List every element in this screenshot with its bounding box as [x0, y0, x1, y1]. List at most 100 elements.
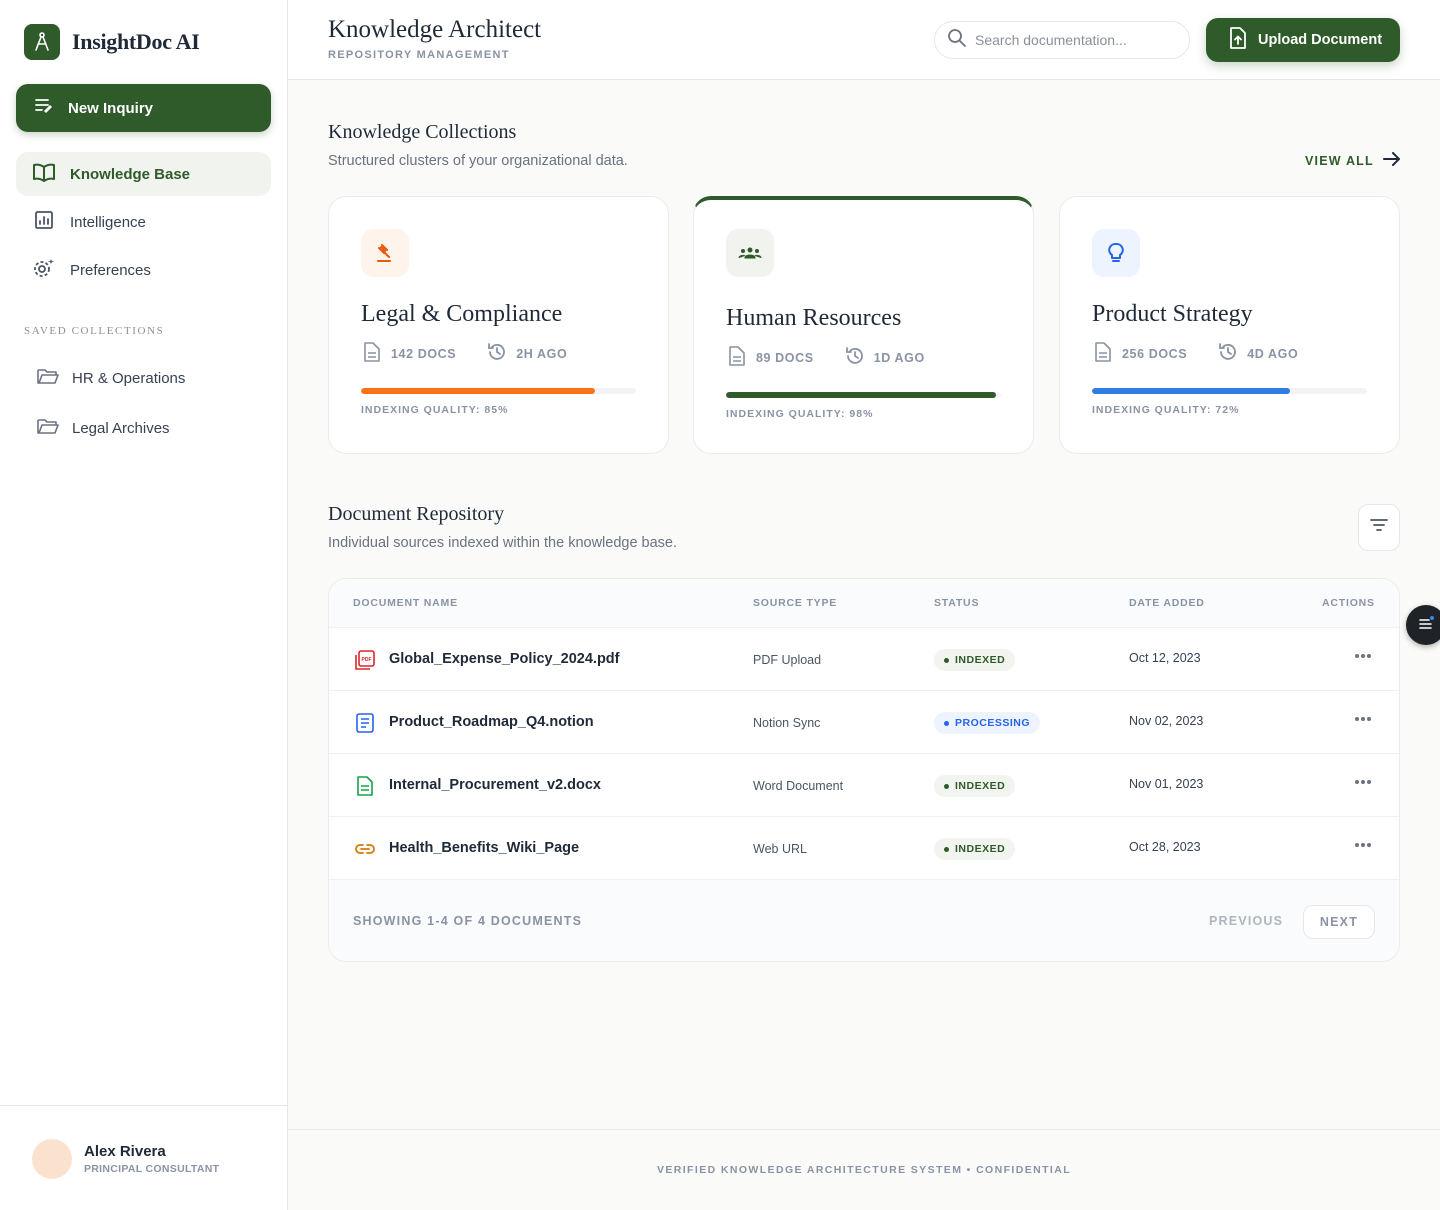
brand[interactable]: InsightDoc AI [24, 24, 200, 60]
collection-title: Human Resources [726, 305, 902, 331]
status-badge: INDEXED [934, 838, 1016, 860]
svg-text:PDF: PDF [362, 657, 372, 663]
date-added: Oct 28, 2023 [1129, 840, 1201, 854]
source-type: Web URL [753, 842, 807, 856]
document-name[interactable]: Global_Expense_Policy_2024.pdf [389, 651, 620, 667]
status-badge: INDEXED [934, 649, 1016, 671]
table-footer: SHOWING 1-4 OF 4 DOCUMENTS PREVIOUS NEXT [329, 880, 1399, 961]
collections-subtitle: Structured clusters of your organization… [328, 153, 628, 169]
user-profile[interactable]: Alex Rivera PRINCIPAL CONSULTANT [0, 1105, 287, 1210]
group-icon [726, 229, 774, 277]
collection-doc-count: 256 DOCS [1122, 346, 1188, 361]
column-actions: ACTIONS [1322, 597, 1375, 609]
document-name[interactable]: Product_Roadmap_Q4.notion [389, 714, 594, 730]
saved-item-label: Legal Archives [72, 419, 170, 437]
table-row[interactable]: Product_Roadmap_Q4.notion Notion Sync PR… [329, 691, 1399, 754]
nav-item-label: Intelligence [70, 213, 146, 231]
indexing-quality-bar [361, 388, 636, 394]
column-document-name[interactable]: DOCUMENT NAME [353, 597, 458, 609]
indexing-quality-fill [361, 388, 595, 394]
indexing-quality-fill [1092, 388, 1290, 394]
main-nav: Knowledge Base Intelligence Preferences [16, 152, 271, 296]
floating-menu-button[interactable] [1406, 605, 1440, 645]
document-icon [726, 345, 748, 370]
status-label: INDEXED [955, 843, 1006, 855]
user-name: Alex Rivera [84, 1143, 166, 1160]
book-open-icon [32, 162, 56, 186]
column-date-added[interactable]: DATE ADDED [1129, 597, 1205, 609]
gear-icon [32, 257, 56, 283]
saved-item-hr-operations[interactable]: HR & Operations [36, 358, 185, 398]
indexing-quality-bar [726, 392, 1001, 398]
collection-updated: 1D AGO [873, 350, 925, 365]
collection-card-legal[interactable]: Legal & Compliance 142 DOCS 2H AGO INDEX… [328, 196, 669, 454]
avatar [32, 1139, 72, 1179]
status-label: INDEXED [955, 780, 1006, 792]
filter-icon [1369, 517, 1389, 538]
collection-doc-count: 89 DOCS [756, 350, 814, 365]
column-status[interactable]: STATUS [934, 597, 979, 609]
page-subtitle: REPOSITORY MANAGEMENT [328, 49, 510, 61]
compass-logo-icon [24, 24, 60, 60]
collection-card-product[interactable]: Product Strategy 256 DOCS 4D AGO INDEXIN… [1059, 196, 1400, 454]
column-source-type[interactable]: SOURCE TYPE [753, 597, 837, 609]
history-icon [1217, 341, 1239, 366]
more-options-icon[interactable] [1351, 709, 1375, 729]
collection-updated: 4D AGO [1247, 346, 1299, 361]
upload-file-icon [1228, 27, 1248, 53]
indexing-quality-bar [1092, 388, 1367, 394]
saved-collections-title: Saved Collections [24, 325, 165, 337]
nav-item-preferences[interactable]: Preferences [16, 248, 271, 292]
word-icon [353, 774, 377, 798]
collection-card-hr[interactable]: Human Resources 89 DOCS 1D AGO INDEXING … [693, 196, 1034, 454]
more-options-icon[interactable] [1351, 835, 1375, 855]
search-icon [947, 28, 967, 53]
search-input[interactable] [975, 32, 1175, 48]
edit-list-icon [34, 97, 54, 119]
table-row[interactable]: Internal_Procurement_v2.docx Word Docume… [329, 754, 1399, 817]
view-all-label: VIEW ALL [1305, 153, 1374, 168]
source-type: PDF Upload [753, 653, 822, 667]
nav-item-intelligence[interactable]: Intelligence [16, 200, 271, 244]
previous-button[interactable]: PREVIOUS [1209, 914, 1283, 928]
pdf-icon: PDF [353, 648, 377, 672]
arrow-right-icon [1382, 150, 1402, 171]
status-label: INDEXED [955, 654, 1006, 666]
brand-name: InsightDoc AI [72, 29, 200, 54]
nav-item-label: Knowledge Base [70, 165, 191, 183]
history-icon [486, 341, 508, 366]
gavel-icon [361, 229, 409, 277]
indexing-quality-label: INDEXING QUALITY: 98% [726, 408, 874, 420]
filter-button[interactable] [1358, 504, 1400, 551]
status-badge: PROCESSING [934, 712, 1041, 734]
collection-title: Legal & Compliance [361, 301, 563, 327]
search-box[interactable] [934, 21, 1190, 59]
nav-item-knowledge-base[interactable]: Knowledge Base [16, 152, 271, 196]
saved-item-legal-archives[interactable]: Legal Archives [36, 408, 185, 448]
indexing-quality-fill [726, 392, 996, 398]
more-options-icon[interactable] [1351, 646, 1375, 666]
document-name[interactable]: Internal_Procurement_v2.docx [389, 777, 601, 793]
repository-title: Document Repository [328, 503, 505, 525]
more-options-icon[interactable] [1351, 772, 1375, 792]
page-footer: VERIFIED KNOWLEDGE ARCHITECTURE SYSTEM •… [288, 1129, 1440, 1210]
next-button[interactable]: NEXT [1303, 905, 1375, 939]
document-name[interactable]: Health_Benefits_Wiki_Page [389, 840, 579, 856]
lightbulb-icon [1092, 229, 1140, 277]
footer-text: VERIFIED KNOWLEDGE ARCHITECTURE SYSTEM •… [656, 1164, 1072, 1176]
upload-document-button[interactable]: Upload Document [1206, 18, 1400, 62]
new-inquiry-button[interactable]: New Inquiry [16, 84, 271, 132]
top-header: Knowledge Architect REPOSITORY MANAGEMEN… [288, 0, 1440, 80]
nav-item-label: Preferences [70, 261, 151, 279]
collection-updated: 2H AGO [516, 346, 568, 361]
table-row[interactable]: Health_Benefits_Wiki_Page Web URL INDEXE… [329, 817, 1399, 880]
folder-icon [36, 366, 60, 390]
view-all-link[interactable]: VIEW ALL [1305, 150, 1402, 171]
saved-item-label: HR & Operations [72, 369, 186, 387]
table-row[interactable]: PDF Global_Expense_Policy_2024.pdf PDF U… [329, 628, 1399, 691]
indexing-quality-label: INDEXING QUALITY: 85% [361, 404, 509, 416]
collection-doc-count: 142 DOCS [391, 346, 457, 361]
status-label: PROCESSING [955, 717, 1031, 729]
collections-title: Knowledge Collections [328, 121, 517, 143]
document-icon [361, 341, 383, 366]
